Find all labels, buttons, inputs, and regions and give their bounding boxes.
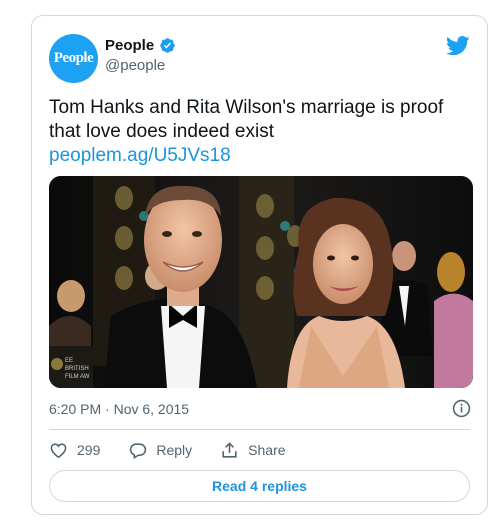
tweet-actions: 299 Reply Share: [49, 439, 314, 461]
svg-text:FILM AW: FILM AW: [65, 374, 90, 380]
twitter-bird-icon[interactable]: [446, 36, 470, 56]
author-name-row[interactable]: People: [105, 37, 176, 54]
author-display-name[interactable]: People: [105, 37, 154, 54]
reply-label: Reply: [156, 442, 193, 458]
read-replies-button[interactable]: Read 4 replies: [49, 470, 470, 502]
author-handle[interactable]: @people: [105, 57, 165, 74]
info-icon[interactable]: [452, 399, 471, 418]
heart-icon: [50, 442, 67, 458]
author-avatar[interactable]: People: [49, 34, 98, 83]
tweet-photo[interactable]: EE BRITISH FILM AW: [49, 176, 473, 388]
like-count: 299: [77, 442, 101, 458]
like-button[interactable]: 299: [49, 441, 100, 460]
svg-text:BRITISH: BRITISH: [65, 366, 89, 372]
reply-bubble-icon: [130, 442, 147, 459]
tweet-timestamp[interactable]: 6:20 PM · Nov 6, 2015: [49, 401, 189, 417]
tweet-text: Tom Hanks and Rita Wilson's marriage is …: [49, 97, 444, 142]
photo-illustration: EE BRITISH FILM AW: [49, 176, 473, 388]
avatar-logo-text: People: [53, 50, 94, 66]
share-label: Share: [248, 442, 286, 458]
tweet-link[interactable]: peoplem.ag/U5JVs18: [49, 144, 474, 168]
verified-badge-icon: [160, 38, 175, 53]
divider: [49, 429, 470, 430]
tweet-body: Tom Hanks and Rita Wilson's marriage is …: [49, 96, 474, 168]
share-icon: [222, 441, 237, 458]
svg-text:EE: EE: [65, 358, 73, 364]
tweet-card: People People @people Tom Hanks and Rita…: [31, 15, 488, 515]
share-button[interactable]: Share: [220, 441, 286, 460]
reply-button[interactable]: Reply: [128, 441, 192, 460]
